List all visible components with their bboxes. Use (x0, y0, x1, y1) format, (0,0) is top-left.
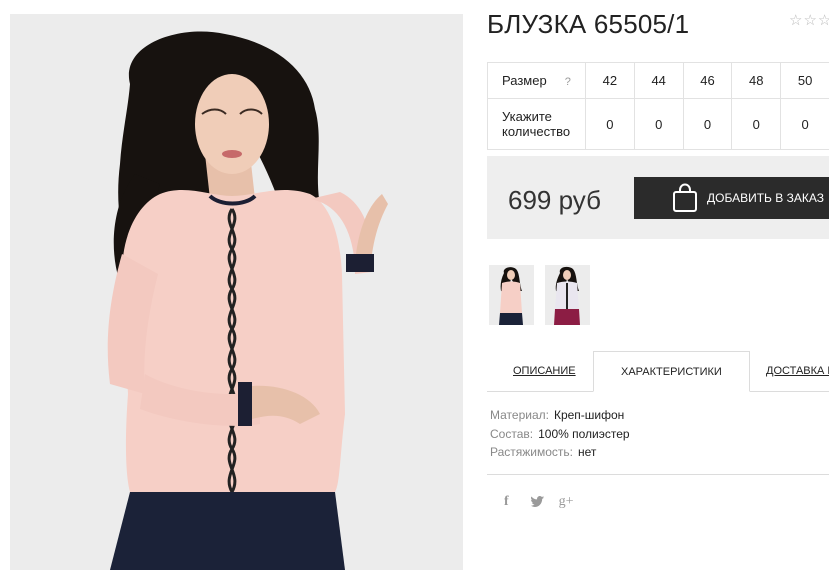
star-icon[interactable]: ☆ (818, 13, 829, 28)
product-tabs: ОПИСАНИЕ ХАРАКТЕРИСТИКИ ДОСТАВКА И (487, 351, 829, 392)
thumbnail-gallery (489, 265, 590, 325)
quantity-input[interactable]: 0 (780, 98, 829, 150)
spec-row-composition: Состав: 100% полиэстер (490, 425, 630, 444)
spec-key: Растяжимость: (490, 445, 574, 459)
price-box: 699 руб ДОБАВИТЬ В ЗАКАЗ (487, 156, 829, 239)
thumbnail-pink-blouse[interactable] (489, 265, 534, 325)
spec-value: Креп-шифон (553, 408, 625, 422)
quantity-label: Укажите количество (487, 98, 586, 150)
rating-stars[interactable]: ☆ ☆ ☆ (789, 13, 829, 28)
product-price: 699 руб (508, 185, 601, 215)
size-quantity-table: Размер? 42 44 46 48 50 Укажите количеств… (487, 62, 829, 150)
size-label: Размер (502, 73, 547, 88)
spec-value: нет (578, 445, 597, 459)
size-row: Размер? 42 44 46 48 50 (487, 62, 829, 99)
quantity-row: Укажите количество 0 0 0 0 0 (487, 98, 829, 150)
social-share: f g+ (504, 495, 574, 509)
size-cell: 48 (731, 62, 782, 99)
product-title: БЛУЗКА 65505/1 (487, 9, 690, 39)
spec-row-material: Материал: Креп-шифон (490, 406, 630, 425)
section-divider (487, 474, 829, 475)
spec-key: Материал: (490, 408, 549, 422)
quantity-input[interactable]: 0 (731, 98, 782, 150)
thumbnail-lilac-blouse[interactable] (545, 265, 590, 325)
size-help-icon[interactable]: ? (565, 76, 571, 88)
shopping-bag-icon (673, 183, 697, 212)
quantity-input[interactable]: 0 (682, 98, 733, 150)
size-cell: 50 (780, 62, 829, 99)
quantity-input[interactable]: 0 (585, 98, 635, 150)
product-main-photo[interactable] (10, 14, 463, 570)
characteristics-list: Материал: Креп-шифон Состав: 100% полиэсте… (490, 406, 630, 462)
spec-row-stretch: Растяжимость: нет (490, 443, 630, 462)
star-icon[interactable]: ☆ (803, 13, 816, 28)
tab-delivery[interactable]: ДОСТАВКА И (766, 365, 829, 377)
tab-description[interactable]: ОПИСАНИЕ (513, 365, 576, 377)
size-cell: 44 (633, 62, 684, 99)
size-label-cell: Размер? (487, 62, 586, 99)
size-cell: 42 (585, 62, 635, 99)
google-plus-icon[interactable]: g+ (559, 495, 574, 509)
tab-characteristics[interactable]: ХАРАКТЕРИСТИКИ (593, 351, 750, 392)
size-cell: 46 (682, 62, 733, 99)
star-icon[interactable]: ☆ (789, 13, 802, 28)
spec-key: Состав: (490, 426, 534, 441)
spec-value: 100% полиэстер (538, 426, 630, 441)
add-to-order-button[interactable]: ДОБАВИТЬ В ЗАКАЗ (634, 177, 829, 219)
add-to-order-label: ДОБАВИТЬ В ЗАКАЗ (707, 191, 824, 205)
twitter-icon[interactable] (530, 496, 545, 508)
quantity-input[interactable]: 0 (633, 98, 684, 150)
facebook-icon[interactable]: f (504, 495, 509, 509)
